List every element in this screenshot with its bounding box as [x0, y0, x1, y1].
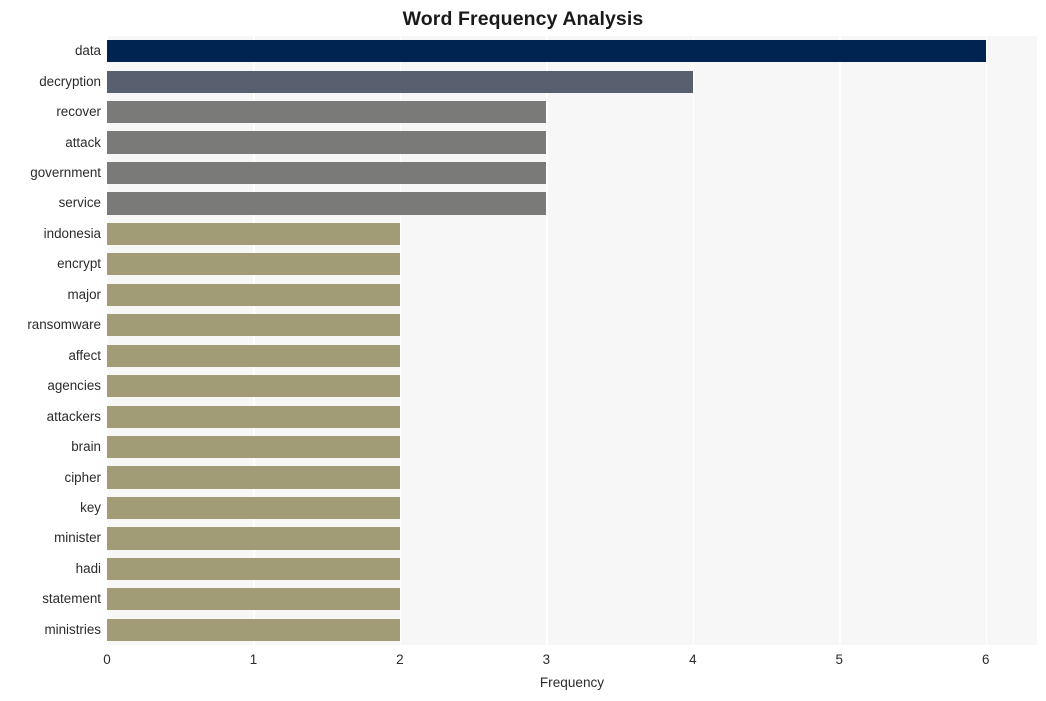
plot-area — [107, 36, 1037, 645]
bar-row — [107, 161, 1037, 185]
bar-encrypt[interactable] — [107, 253, 400, 276]
bar-data[interactable] — [107, 40, 986, 63]
bar-row — [107, 466, 1037, 489]
bars-container — [107, 36, 1037, 645]
y-tick-label-data: data — [74, 43, 101, 59]
bar-decryption[interactable] — [107, 70, 693, 93]
chart-title: Word Frequency Analysis — [402, 8, 644, 30]
bar-affect[interactable] — [107, 344, 400, 367]
x-tick-label-0: 0 — [103, 652, 111, 667]
y-tick-label-recover: recover — [56, 104, 101, 120]
bar-row — [107, 618, 1037, 641]
chart-figure: Word Frequency Analysis data decryption re… — [0, 0, 1046, 701]
y-tick-label-key: key — [80, 499, 101, 515]
bar-row — [107, 344, 1037, 367]
bar-attack[interactable] — [107, 131, 547, 154]
bar-service[interactable] — [107, 192, 547, 215]
bar-row — [107, 101, 1037, 124]
y-tick-label-attack: attack — [65, 134, 101, 150]
bar-row — [107, 192, 1037, 215]
y-tick-label-minister: minister — [54, 530, 101, 546]
bar-row — [107, 496, 1037, 520]
bar-recover[interactable] — [107, 101, 547, 124]
bar-row — [107, 253, 1037, 276]
x-tick-label-4: 4 — [689, 652, 697, 667]
bar-brain[interactable] — [107, 435, 400, 459]
y-tick-label-indonesia: indonesia — [43, 225, 101, 241]
bar-major[interactable] — [107, 283, 400, 306]
bar-attackers[interactable] — [107, 405, 400, 428]
bar-key[interactable] — [107, 496, 400, 520]
x-tick-label-5: 5 — [835, 652, 843, 667]
x-tick-label-6: 6 — [982, 652, 990, 667]
y-tick-label-brain: brain — [71, 439, 101, 455]
bar-row — [107, 405, 1037, 428]
bar-statement[interactable] — [107, 588, 400, 611]
y-tick-label-attackers: attackers — [46, 408, 101, 424]
bar-row — [107, 283, 1037, 306]
x-tick-label-1: 1 — [249, 652, 258, 667]
bar-row — [107, 375, 1037, 398]
bar-indonesia[interactable] — [107, 222, 400, 245]
bar-row — [107, 314, 1037, 337]
bar-row — [107, 435, 1037, 459]
bar-row — [107, 527, 1037, 550]
bar-minister[interactable] — [107, 527, 400, 550]
bar-row — [107, 70, 1037, 93]
y-tick-label-government: government — [30, 165, 101, 181]
y-tick-label-agencies: agencies — [47, 378, 101, 394]
x-axis-tick-labels: 0 1 2 3 4 5 6 — [0, 651, 1046, 671]
y-axis-tick-labels: data decryption recover attack government ser… — [0, 36, 101, 645]
y-tick-label-affect: affect — [68, 347, 101, 363]
y-tick-label-major: major — [67, 286, 101, 302]
y-tick-label-service: service — [58, 195, 101, 211]
y-tick-label-hadi: hadi — [75, 560, 101, 576]
y-tick-label-decryption: decryption — [39, 73, 101, 89]
y-tick-label-ministries: ministries — [44, 621, 101, 637]
bar-row — [107, 40, 1037, 63]
bar-ransomware[interactable] — [107, 314, 400, 337]
bar-agencies[interactable] — [107, 375, 400, 398]
bar-government[interactable] — [107, 161, 547, 185]
bar-row — [107, 588, 1037, 611]
y-tick-label-cipher: cipher — [64, 469, 101, 485]
bar-row — [107, 222, 1037, 245]
bar-row — [107, 131, 1037, 154]
bar-ministries[interactable] — [107, 618, 400, 641]
bar-cipher[interactable] — [107, 466, 400, 489]
x-axis-title: Frequency — [539, 675, 605, 690]
bar-row — [107, 557, 1037, 580]
y-tick-label-encrypt: encrypt — [57, 256, 101, 272]
x-tick-label-2: 2 — [396, 652, 404, 667]
x-tick-label-3: 3 — [542, 652, 551, 667]
y-tick-label-statement: statement — [42, 591, 101, 607]
bar-hadi[interactable] — [107, 557, 400, 580]
y-tick-label-ransomware: ransomware — [27, 317, 101, 333]
